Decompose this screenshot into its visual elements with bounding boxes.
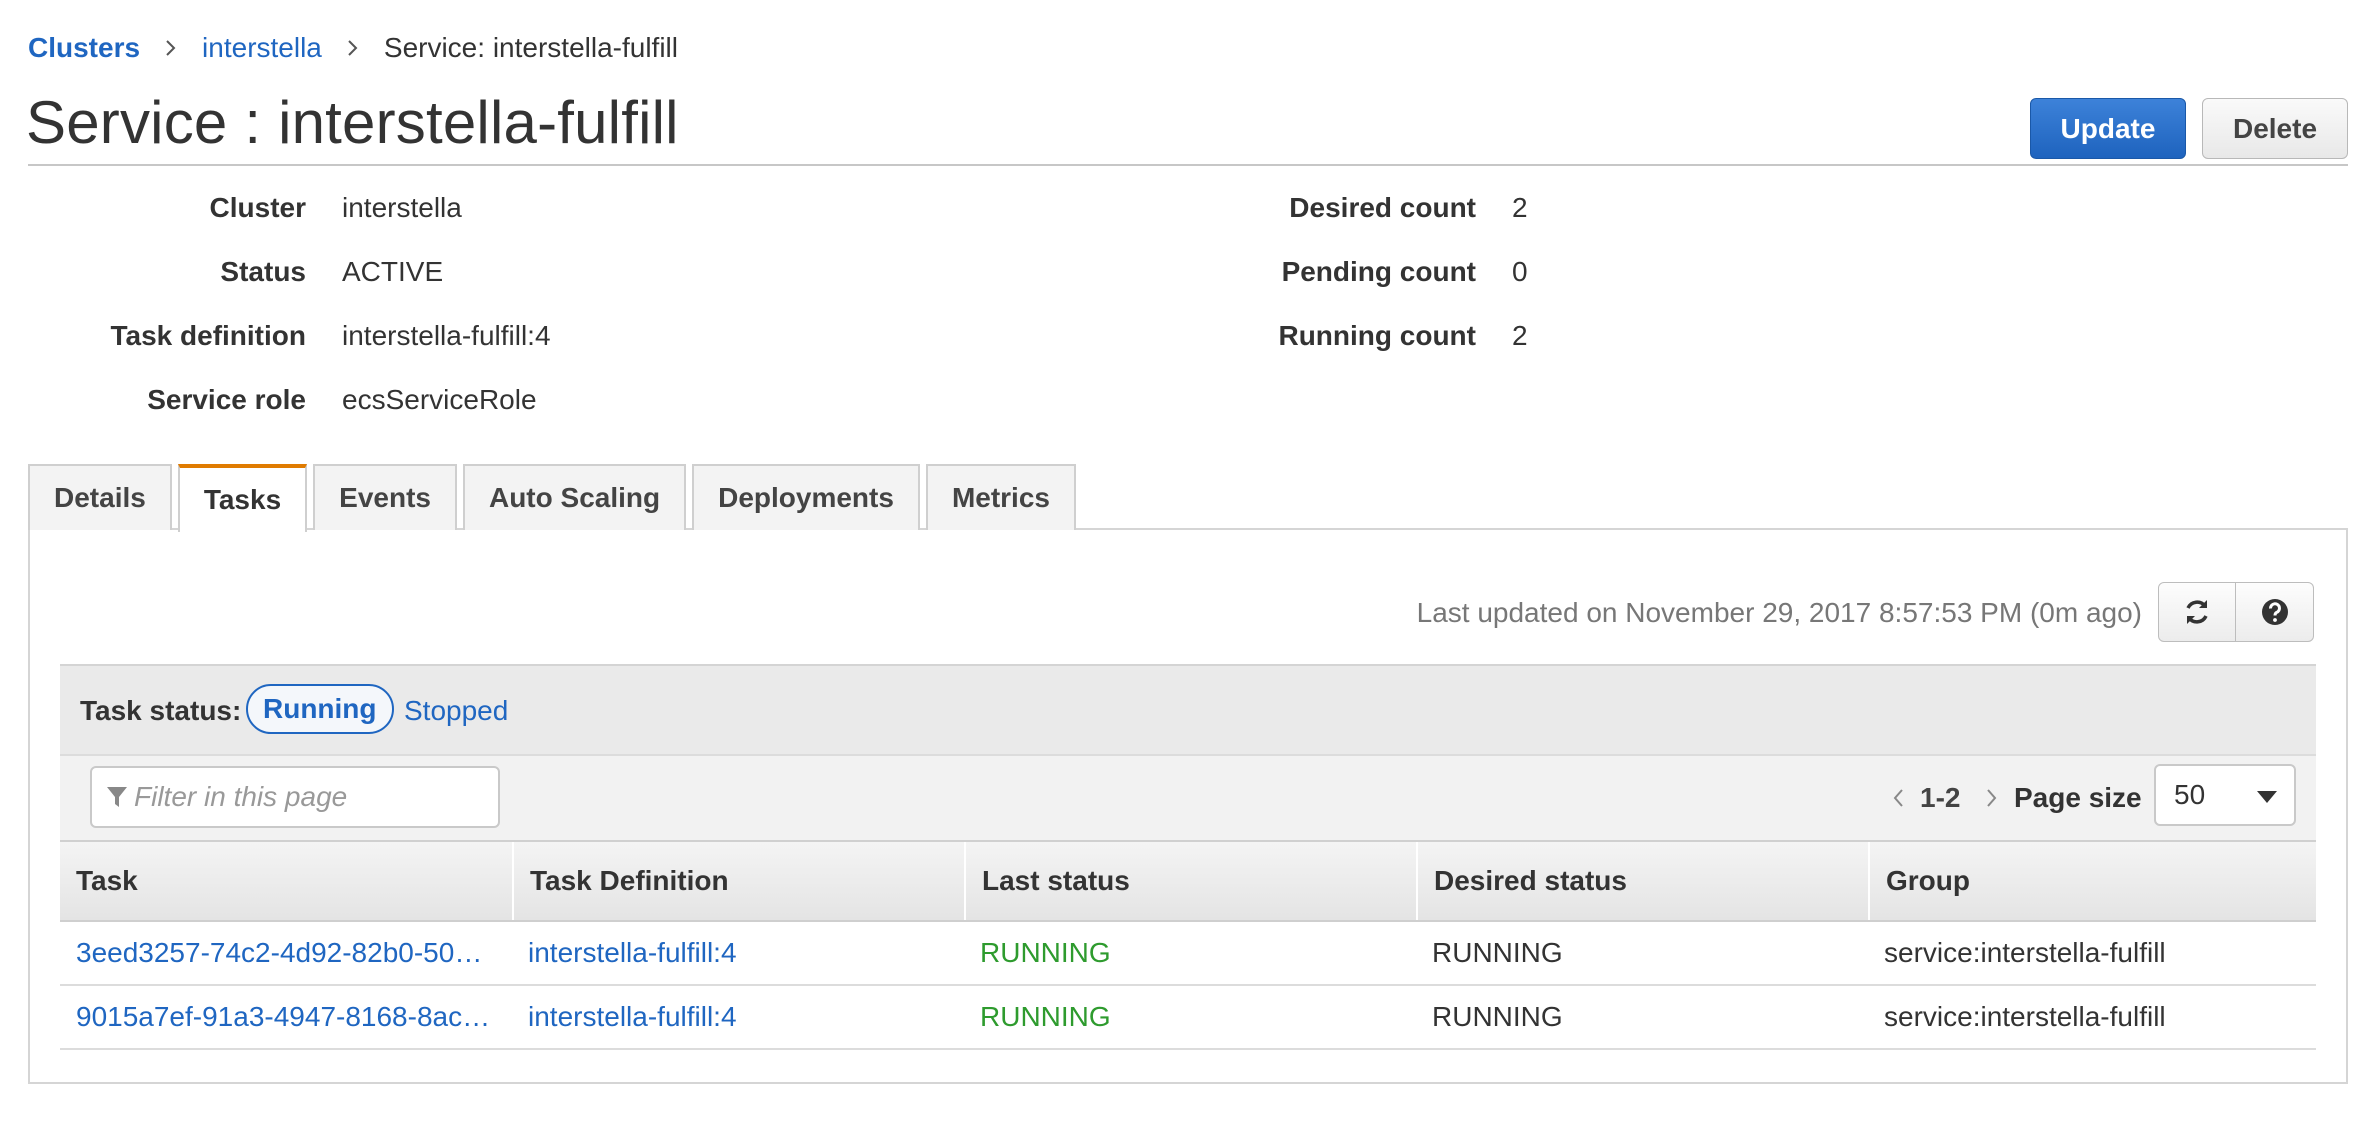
column-header-last-status[interactable]: Last status [964,842,1416,920]
task-definition-link[interactable]: interstella-fulfill:4 [342,316,551,356]
table-row: 3eed3257-74c2-4d92-82b0-50… interstella-… [60,922,2316,986]
tab-tasks[interactable]: Tasks [177,464,308,532]
tab-bar: Details Tasks Events Auto Scaling Deploy… [28,464,1082,532]
breadcrumb-clusters-link[interactable]: Clusters [28,32,140,64]
task-id-link[interactable]: 9015a7ef-91a3-4947-8168-8ac… [60,986,512,1048]
tab-events[interactable]: Events [313,464,457,530]
desired-count-label: Desired count [1289,192,1476,223]
running-count-value: 2 [1512,320,1528,351]
page-title: Service : interstella-fulfill [26,89,679,156]
tab-deployments[interactable]: Deployments [692,464,920,530]
task-status-bar: Task status: Running Stopped [60,664,2316,754]
caret-down-icon [2257,791,2277,803]
task-status-label: Task status: [80,695,242,726]
page-size-label: Page size [2014,782,2142,813]
table-row: 9015a7ef-91a3-4947-8168-8ac… interstella… [60,986,2316,1050]
column-header-task-definition[interactable]: Task Definition [512,842,964,920]
column-header-group[interactable]: Group [1868,842,2316,920]
last-status-cell: RUNNING [980,1001,1111,1032]
service-role-value: ecsServiceRole [342,384,537,415]
breadcrumb: Clusters interstella Service: interstell… [28,28,678,68]
task-definition-link[interactable]: interstella-fulfill:4 [512,922,964,984]
page-size-value: 50 [2174,779,2206,810]
status-label: Status [220,256,306,287]
last-status-cell: RUNNING [980,937,1111,968]
filter-icon [107,787,127,807]
tab-metrics[interactable]: Metrics [925,464,1076,530]
desired-count-value: 2 [1512,192,1528,223]
tasks-table: Task Task Definition Last status Desired… [60,840,2316,1050]
pager-range: 1-2 [1920,782,1961,813]
chevron-right-icon [140,38,202,58]
group-cell: service:interstella-fulfill [1884,937,2166,968]
header-divider [28,164,2348,166]
pending-count-value: 0 [1512,256,1528,287]
help-button[interactable] [2236,582,2314,642]
update-button[interactable]: Update [2030,98,2186,159]
pager-next-button[interactable] [1980,780,2004,816]
chevron-left-icon [1893,789,1903,807]
cluster-link[interactable]: interstella [342,188,462,228]
page-size-select[interactable]: 50 [2154,764,2296,826]
task-definition-link[interactable]: interstella-fulfill:4 [512,986,964,1048]
filter-field[interactable] [90,766,500,828]
desired-status-cell: RUNNING [1432,1001,1563,1032]
pager-previous-button[interactable] [1886,780,1910,816]
table-header: Task Task Definition Last status Desired… [60,840,2316,922]
last-updated-text: Last updated on November 29, 2017 8:57:5… [1416,597,2142,628]
breadcrumb-current: Service: interstella-fulfill [383,32,678,63]
filter-row: 1-2 Page size 50 [60,754,2316,840]
breadcrumb-cluster-link[interactable]: interstella [202,32,322,64]
status-filter-running[interactable]: Running [246,684,394,734]
delete-button[interactable]: Delete [2202,98,2348,159]
column-header-desired-status[interactable]: Desired status [1416,842,1868,920]
help-icon [2261,599,2288,625]
column-header-task[interactable]: Task [60,842,512,920]
status-filter-stopped[interactable]: Stopped [404,690,508,732]
task-definition-label: Task definition [110,320,307,351]
refresh-button[interactable] [2158,582,2236,642]
refresh-icon [2186,600,2208,624]
chevron-right-icon [322,38,384,58]
service-role-label: Service role [147,384,306,415]
group-cell: service:interstella-fulfill [1884,1001,2166,1032]
chevron-right-icon [1987,789,1997,807]
tab-auto-scaling[interactable]: Auto Scaling [462,464,687,530]
status-value: ACTIVE [342,256,444,287]
cluster-label: Cluster [209,192,306,223]
task-id-link[interactable]: 3eed3257-74c2-4d92-82b0-50… [60,922,512,984]
filter-input[interactable] [134,781,484,813]
running-count-label: Running count [1278,320,1476,351]
desired-status-cell: RUNNING [1432,937,1563,968]
tab-details[interactable]: Details [28,464,172,530]
pending-count-label: Pending count [1281,256,1476,287]
